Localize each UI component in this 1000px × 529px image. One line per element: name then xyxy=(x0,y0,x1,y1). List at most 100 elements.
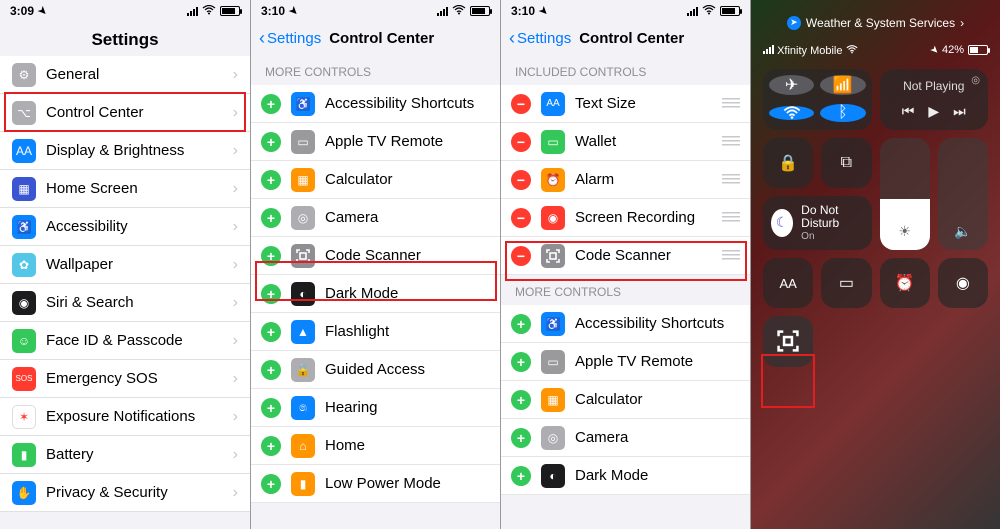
remove-button[interactable]: − xyxy=(511,170,531,190)
row-faceid[interactable]: ☺Face ID & Passcode› xyxy=(0,322,250,360)
text-size-tile[interactable]: AA xyxy=(763,258,813,308)
row-code-scanner-included[interactable]: −Code Scanner xyxy=(501,237,750,275)
row-home-screen[interactable]: ▦Home Screen› xyxy=(0,170,250,208)
row-calculator[interactable]: +▦Calculator xyxy=(251,161,500,199)
lock-icon: 🔒 xyxy=(291,358,315,382)
wifi-icon xyxy=(452,4,466,18)
next-track-icon[interactable]: ⏭ xyxy=(953,103,966,120)
remove-button[interactable]: − xyxy=(511,208,531,228)
volume-slider[interactable]: 🔈 xyxy=(938,138,988,251)
row-alarm[interactable]: −⏰Alarm xyxy=(501,161,750,199)
add-button[interactable]: + xyxy=(261,474,281,494)
qr-icon xyxy=(541,244,565,268)
prev-track-icon[interactable]: ⏮ xyxy=(902,103,915,120)
code-scanner-tile[interactable] xyxy=(763,316,813,366)
screen-mirroring-tile[interactable]: ⧉ xyxy=(821,138,871,188)
drag-handle-icon[interactable] xyxy=(722,212,740,224)
row-apple-tv-remote[interactable]: +▭Apple TV Remote xyxy=(501,343,750,381)
add-button[interactable]: + xyxy=(511,314,531,334)
row-camera[interactable]: +◎Camera xyxy=(251,199,500,237)
wallet-tile[interactable]: ▭ xyxy=(821,258,871,308)
drag-handle-icon[interactable] xyxy=(722,250,740,262)
chevron-right-icon: › xyxy=(233,66,238,84)
row-general[interactable]: ⚙General› xyxy=(0,56,250,94)
remove-button[interactable]: − xyxy=(511,132,531,152)
add-button[interactable]: + xyxy=(511,390,531,410)
add-button[interactable]: + xyxy=(261,132,281,152)
drag-handle-icon[interactable] xyxy=(722,174,740,186)
add-button[interactable]: + xyxy=(261,170,281,190)
settings-panel: 3:09➤ Settings ⚙General› ⌥Control Center… xyxy=(0,0,250,529)
nav-header: ‹Settings Control Center xyxy=(501,22,750,55)
row-wallpaper[interactable]: ✿Wallpaper› xyxy=(0,246,250,284)
cellular-toggle[interactable]: 📶 xyxy=(820,75,865,95)
airplay-icon[interactable]: ◎ xyxy=(971,75,980,86)
add-button[interactable]: + xyxy=(261,284,281,304)
add-button[interactable]: + xyxy=(261,94,281,114)
add-button[interactable]: + xyxy=(261,322,281,342)
row-dark-mode[interactable]: +◐Dark Mode xyxy=(251,275,500,313)
add-button[interactable]: + xyxy=(261,360,281,380)
location-indicator-icon: ➤ xyxy=(787,16,801,30)
drag-handle-icon[interactable] xyxy=(722,98,740,110)
camera-icon: ◎ xyxy=(291,206,315,230)
screen-record-tile[interactable]: ◉ xyxy=(938,258,988,308)
section-more-controls: MORE CONTROLS xyxy=(251,55,500,85)
orientation-lock-tile[interactable]: 🔒 xyxy=(763,138,813,188)
moon-icon: ☾ xyxy=(771,209,793,237)
row-battery[interactable]: ▮Battery› xyxy=(0,436,250,474)
row-home[interactable]: +⌂Home xyxy=(251,427,500,465)
row-hearing[interactable]: +෧Hearing xyxy=(251,389,500,427)
status-right xyxy=(687,4,740,18)
row-control-center[interactable]: ⌥Control Center› xyxy=(0,94,250,132)
battery-row-icon: ▮ xyxy=(12,443,36,467)
row-accessibility-shortcuts[interactable]: +♿Accessibility Shortcuts xyxy=(501,305,750,343)
drag-handle-icon[interactable] xyxy=(722,136,740,148)
row-dark-mode[interactable]: +◐Dark Mode xyxy=(501,457,750,495)
row-sos[interactable]: SOSEmergency SOS› xyxy=(0,360,250,398)
brightness-slider[interactable]: ☀ xyxy=(880,138,930,251)
row-calculator[interactable]: +▦Calculator xyxy=(501,381,750,419)
remove-button[interactable]: − xyxy=(511,246,531,266)
media-tile[interactable]: ◎ Not Playing ⏮ ▶ ⏭ xyxy=(880,69,989,130)
cc-privacy-banner[interactable]: ➤Weather & System Services› xyxy=(751,0,1000,40)
wifi-toggle[interactable] xyxy=(769,106,814,120)
row-wallet[interactable]: −▭Wallet xyxy=(501,123,750,161)
control-center-more-panel: 3:10➤ ‹Settings Control Center MORE CONT… xyxy=(250,0,500,529)
signal-icon xyxy=(187,6,198,16)
add-button[interactable]: + xyxy=(261,208,281,228)
row-siri[interactable]: ◉Siri & Search› xyxy=(0,284,250,322)
row-screen-recording[interactable]: −◉Screen Recording xyxy=(501,199,750,237)
connectivity-tile[interactable]: ✈ 📶 ᛒ xyxy=(763,69,872,130)
row-privacy[interactable]: ✋Privacy & Security› xyxy=(0,474,250,512)
airplane-toggle[interactable]: ✈ xyxy=(769,75,814,95)
add-button[interactable]: + xyxy=(511,352,531,372)
row-apple-tv-remote[interactable]: +▭Apple TV Remote xyxy=(251,123,500,161)
back-button[interactable]: ‹Settings xyxy=(509,28,571,49)
add-button[interactable]: + xyxy=(261,246,281,266)
row-low-power[interactable]: +▮Low Power Mode xyxy=(251,465,500,503)
remove-button[interactable]: − xyxy=(511,94,531,114)
battery-icon xyxy=(470,6,490,16)
back-button[interactable]: ‹Settings xyxy=(259,28,321,49)
play-icon[interactable]: ▶ xyxy=(928,103,939,120)
add-button[interactable]: + xyxy=(511,466,531,486)
bluetooth-toggle[interactable]: ᛒ xyxy=(820,104,865,122)
add-button[interactable]: + xyxy=(511,428,531,448)
row-camera[interactable]: +◎Camera xyxy=(501,419,750,457)
row-text-size[interactable]: −AAText Size xyxy=(501,85,750,123)
add-button[interactable]: + xyxy=(261,398,281,418)
row-accessibility[interactable]: ♿Accessibility› xyxy=(0,208,250,246)
row-guided-access[interactable]: +🔒Guided Access xyxy=(251,351,500,389)
row-flashlight[interactable]: +▲Flashlight xyxy=(251,313,500,351)
row-display[interactable]: AADisplay & Brightness› xyxy=(0,132,250,170)
alarm-tile[interactable]: ⏰ xyxy=(880,258,930,308)
row-accessibility-shortcuts[interactable]: +♿Accessibility Shortcuts xyxy=(251,85,500,123)
add-button[interactable]: + xyxy=(261,436,281,456)
chevron-left-icon: ‹ xyxy=(259,28,265,49)
row-exposure[interactable]: ✶Exposure Notifications› xyxy=(0,398,250,436)
chevron-right-icon: › xyxy=(233,446,238,464)
location-arrow-icon: ➤ xyxy=(35,4,49,18)
focus-tile[interactable]: ☾ Do Not DisturbOn xyxy=(763,196,872,250)
row-code-scanner[interactable]: +Code Scanner xyxy=(251,237,500,275)
